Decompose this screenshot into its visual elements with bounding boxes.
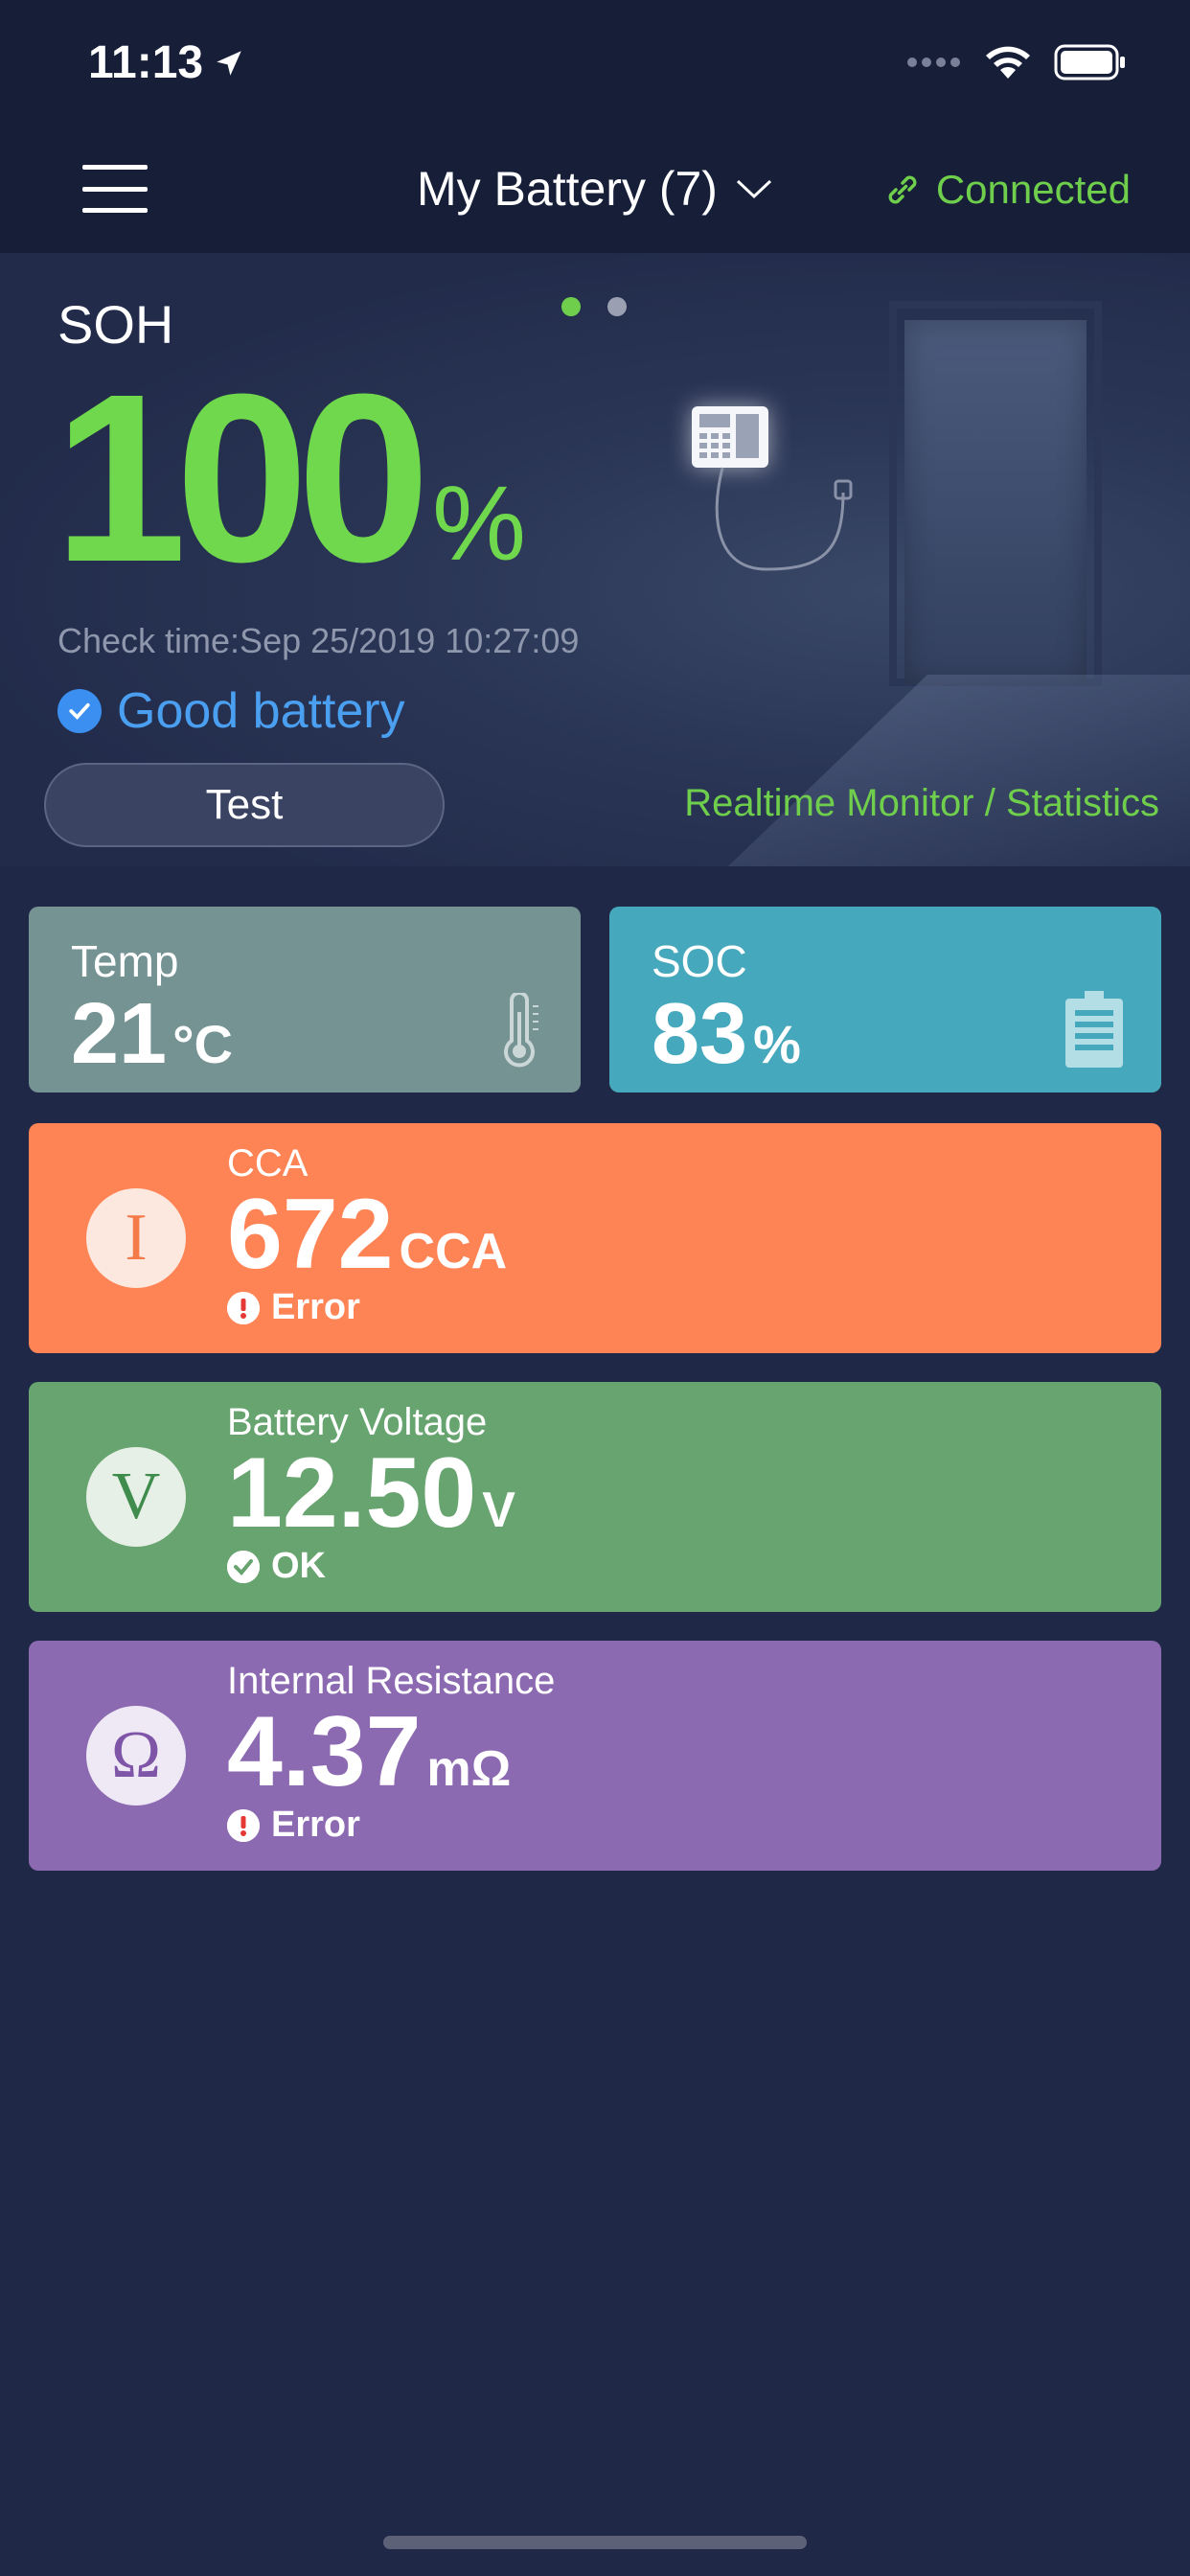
- test-button[interactable]: Test: [44, 763, 445, 847]
- soc-unit: %: [753, 1014, 801, 1074]
- cca-number: 672: [227, 1179, 394, 1290]
- connection-status[interactable]: Connected: [882, 167, 1131, 213]
- resistance-tile[interactable]: Ω Internal Resistance 4.37 mΩ Error: [29, 1641, 1161, 1871]
- thermometer-icon: [504, 993, 538, 1068]
- connection-label: Connected: [935, 167, 1131, 212]
- cca-body: CCA 672 CCA Error: [227, 1142, 507, 1328]
- chevron-down-icon: [736, 179, 771, 199]
- home-indicator[interactable]: [383, 2536, 807, 2549]
- nav-bar: My Battery (7) Connected: [0, 125, 1190, 253]
- status-time: 11:13: [88, 36, 245, 89]
- temp-value: 21 °C: [71, 989, 538, 1080]
- soc-label: SOC: [652, 936, 747, 986]
- soc-tile[interactable]: SOC 83 %: [609, 907, 1161, 1092]
- battery-level-icon: [1065, 991, 1123, 1068]
- resistance-unit: mΩ: [426, 1741, 512, 1797]
- voltage-symbol-icon: V: [86, 1447, 186, 1547]
- door-illustration-panel: [904, 320, 1087, 684]
- voltage-body: Battery Voltage 12.50 V OK: [227, 1401, 515, 1587]
- omega-symbol-icon: Ω: [86, 1706, 186, 1806]
- temp-number: 21: [71, 986, 168, 1082]
- temp-label: Temp: [71, 936, 179, 986]
- battery-icon: [1054, 44, 1125, 80]
- check-circle-icon: [57, 689, 102, 733]
- temp-unit: °C: [172, 1014, 233, 1074]
- battery-status-text: Good battery: [117, 683, 405, 739]
- resistance-status-text: Error: [271, 1805, 360, 1846]
- page-dot-active[interactable]: [561, 297, 581, 316]
- soc-value: 83 %: [652, 989, 1119, 1080]
- voltage-status: OK: [227, 1546, 515, 1587]
- tester-cable-illustration: [715, 467, 853, 571]
- voltage-unit: V: [482, 1483, 515, 1538]
- resistance-status: Error: [227, 1805, 555, 1846]
- floor-light-illustration: [728, 675, 1190, 866]
- soc-number: 83: [652, 986, 748, 1082]
- battery-selector[interactable]: My Battery (7): [417, 161, 773, 217]
- page-indicator[interactable]: [561, 297, 627, 316]
- page-dot[interactable]: [607, 297, 627, 316]
- status-indicators: [906, 44, 1127, 80]
- resistance-value: 4.37 mΩ: [227, 1701, 555, 1803]
- cellular-signal-icon: [907, 58, 960, 67]
- temp-tile[interactable]: Temp 21 °C: [29, 907, 581, 1092]
- soh-hero[interactable]: SOH 100 % Check time:Sep 25/2019 10:27:0…: [0, 253, 1190, 866]
- status-bar: 11:13: [0, 0, 1190, 125]
- nav-title: My Battery (7): [417, 162, 718, 216]
- soh-unit: %: [432, 465, 526, 583]
- cca-tile[interactable]: I CCA 672 CCA Error: [29, 1123, 1161, 1353]
- cca-unit: CCA: [399, 1224, 508, 1279]
- soh-number: 100: [54, 344, 430, 611]
- soh-value: 100 %: [54, 358, 526, 598]
- clock-time: 11:13: [88, 37, 204, 88]
- realtime-monitor-link[interactable]: Realtime Monitor / Statistics: [684, 782, 1159, 825]
- error-icon: [227, 1808, 260, 1842]
- check-time: Check time:Sep 25/2019 10:27:09: [57, 621, 580, 660]
- current-symbol-icon: I: [86, 1188, 186, 1288]
- resistance-body: Internal Resistance 4.37 mΩ Error: [227, 1660, 555, 1846]
- resistance-number: 4.37: [227, 1696, 422, 1807]
- link-icon: [888, 175, 917, 204]
- battery-status: Good battery: [57, 682, 405, 740]
- cca-value: 672 CCA: [227, 1184, 507, 1285]
- voltage-value: 12.50 V: [227, 1442, 515, 1544]
- cca-status: Error: [227, 1287, 507, 1328]
- battery-tester-device-icon: [692, 406, 768, 468]
- voltage-tile[interactable]: V Battery Voltage 12.50 V OK: [29, 1382, 1161, 1612]
- error-icon: [227, 1291, 260, 1324]
- voltage-status-text: OK: [271, 1546, 326, 1587]
- location-arrow-icon: [217, 50, 241, 76]
- cca-status-text: Error: [271, 1287, 360, 1328]
- voltage-number: 12.50: [227, 1438, 477, 1549]
- check-circle-icon: [227, 1550, 260, 1583]
- wifi-icon: [986, 46, 1030, 79]
